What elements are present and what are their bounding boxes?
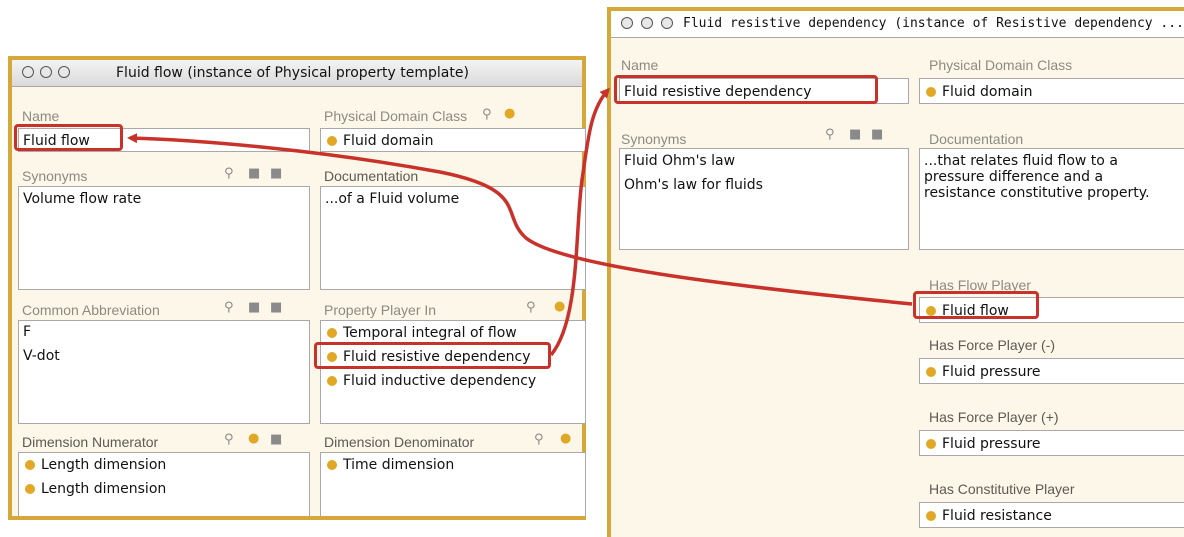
create-instance-icon[interactable]: ● [248,432,259,446]
remove-instance-icon[interactable]: ■ [270,167,282,181]
list-item[interactable]: Fluid pressure [920,435,1041,453]
list-item[interactable]: Length dimension [19,456,166,474]
window-zoom-icon[interactable] [661,17,673,29]
documentation-label: Documentation [324,168,419,184]
synonyms-label: Synonyms [22,168,88,184]
documentation-field[interactable]: ...that relates fluid flow to a pressure… [919,148,1184,250]
remove-instance-icon[interactable]: ■ [270,301,282,315]
highlight-fluid-resistive-dependency-name [614,75,878,104]
physical-domain-class-field[interactable]: Fluid domain [919,78,1184,104]
view-instance-icon[interactable]: ⚲ [224,167,234,181]
has-force-player-plus-label: Has Force Player (+) [929,409,1059,425]
has-force-player-minus-label: Has Force Player (-) [929,337,1056,353]
list-item[interactable]: V-dot [19,347,60,365]
documentation-text: ...of a Fluid volume [325,191,460,207]
list-item[interactable]: Ohm's law for fluids [620,176,763,194]
window-title: Fluid flow (instance of Physical propert… [116,65,469,81]
synonyms-list[interactable]: Fluid Ohm's law Ohm's law for fluids [619,148,909,250]
instance-bullet-icon [327,376,337,386]
instance-bullet-icon [926,87,936,97]
common-abbreviation-label: Common Abbreviation [22,302,160,318]
view-instance-icon[interactable]: ⚲ [224,301,234,315]
name-label: Name [621,57,659,73]
dimension-numerator-label: Dimension Numerator [22,434,159,450]
view-instance-icon[interactable]: ⚲ [224,433,234,447]
view-instance-icon[interactable]: ⚲ [482,108,492,122]
add-instance-icon[interactable]: ■ [849,128,861,142]
create-instance-icon[interactable]: ● [560,432,571,446]
list-item[interactable]: Fluid domain [920,83,1032,101]
physical-domain-class-field[interactable]: Fluid domain [320,128,586,152]
instance-bullet-icon [327,136,337,146]
add-instance-icon[interactable]: ■ [248,167,260,181]
window-close-icon[interactable] [22,66,34,78]
has-force-player-minus-field[interactable]: Fluid pressure [919,358,1184,384]
list-item[interactable]: Fluid inductive dependency [321,372,536,390]
create-instance-icon[interactable]: ● [554,300,565,314]
highlight-fluid-flow-name [14,124,123,151]
instance-bullet-icon [926,511,936,521]
dimension-denominator-label: Dimension Denominator [324,434,475,450]
window-title: Fluid resistive dependency (instance of … [683,16,1184,31]
view-instance-icon[interactable]: ⚲ [825,128,835,142]
has-constitutive-player-field[interactable]: Fluid resistance [919,502,1184,528]
instance-bullet-icon [327,460,337,470]
list-item[interactable]: Time dimension [321,456,454,474]
instance-bullet-icon [25,484,35,494]
instance-bullet-icon [926,439,936,449]
physical-domain-class-label: Physical Domain Class [929,57,1073,73]
list-item[interactable]: Fluid domain [321,132,433,150]
documentation-label: Documentation [929,131,1024,147]
list-item[interactable]: Fluid Ohm's law [620,152,735,170]
list-item[interactable]: Volume flow rate [19,190,141,208]
list-item[interactable]: F [19,323,31,341]
remove-instance-icon[interactable]: ■ [270,433,282,447]
instance-bullet-icon [926,367,936,377]
list-item[interactable]: Fluid resistance [920,507,1052,525]
instance-bullet-icon [327,328,337,338]
view-instance-icon[interactable]: ⚲ [526,301,536,315]
instance-bullet-icon [25,460,35,470]
abbreviation-list[interactable]: F V-dot [18,320,310,424]
documentation-line: resistance constitutive property. [924,185,1150,201]
list-item[interactable]: Fluid pressure [920,363,1041,381]
physical-domain-class-label: Physical Domain Class [324,108,468,124]
dimension-denominator-list[interactable]: Time dimension [320,452,586,516]
view-instance-icon[interactable]: ⚲ [534,433,544,447]
synonyms-list[interactable]: Volume flow rate [18,186,310,290]
create-instance-icon[interactable]: ● [504,107,515,121]
window-close-icon[interactable] [621,17,633,29]
dimension-numerator-list[interactable]: Length dimension Length dimension [18,452,310,516]
property-player-in-list[interactable]: Temporal integral of flow Fluid resistiv… [320,320,586,424]
highlight-fluid-flow-player [913,291,1039,319]
window-minimize-icon[interactable] [641,17,653,29]
property-player-in-label: Property Player In [324,302,437,318]
list-item[interactable]: Temporal integral of flow [321,324,517,342]
window-minimize-icon[interactable] [40,66,52,78]
window-zoom-icon[interactable] [58,66,70,78]
name-label: Name [22,108,60,124]
remove-instance-icon[interactable]: ■ [871,128,883,142]
has-force-player-plus-field[interactable]: Fluid pressure [919,430,1184,456]
list-item[interactable]: Length dimension [19,480,166,498]
synonyms-label: Synonyms [621,131,687,147]
title-bar: Fluid flow (instance of Physical propert… [12,60,582,87]
add-instance-icon[interactable]: ■ [248,301,260,315]
documentation-field[interactable]: ...of a Fluid volume [320,186,586,290]
highlight-fluid-resistive-dependency-item [314,342,551,369]
has-constitutive-player-label: Has Constitutive Player [929,481,1075,497]
title-bar: Fluid resistive dependency (instance of … [611,11,1184,38]
